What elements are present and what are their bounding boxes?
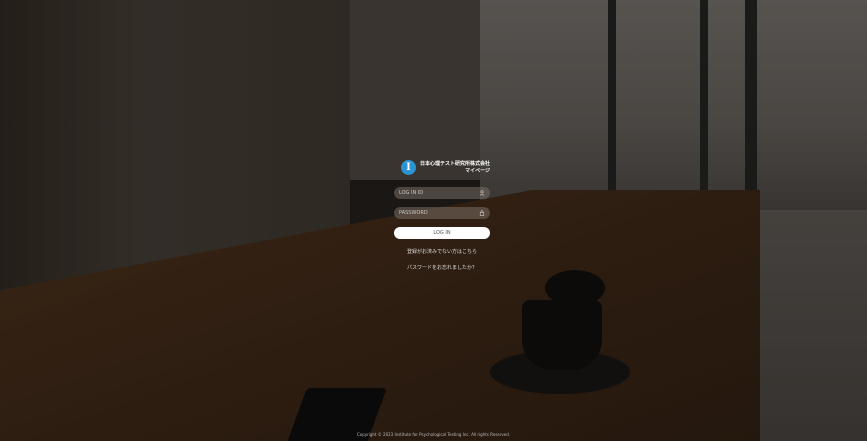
brand-logo: I 日本心理テスト研究所株式会社 マイページ — [401, 160, 490, 175]
login-button[interactable]: LOG IN — [394, 227, 490, 239]
brand-name-line1: 日本心理テスト研究所株式会社 — [419, 160, 490, 167]
login-panel: I 日本心理テスト研究所株式会社 マイページ LOG IN 登録がお済みでない方… — [394, 160, 490, 271]
user-icon — [479, 190, 485, 196]
lock-icon — [479, 210, 485, 216]
forgot-password-link[interactable]: パスワードをお忘れましたか？ — [394, 264, 490, 271]
register-link[interactable]: 登録がお済みでない方はこちら — [394, 248, 490, 255]
password-field[interactable] — [394, 207, 490, 219]
brand-name: 日本心理テスト研究所株式会社 マイページ — [420, 161, 490, 175]
brand-name-line2: マイページ — [465, 167, 490, 174]
brand-logo-icon: I — [401, 160, 416, 175]
login-id-input[interactable] — [399, 190, 479, 196]
password-input[interactable] — [399, 210, 479, 216]
copyright-footer: Copyright © 2023 Institute for Psycholog… — [356, 432, 511, 437]
login-id-field[interactable] — [394, 187, 490, 199]
